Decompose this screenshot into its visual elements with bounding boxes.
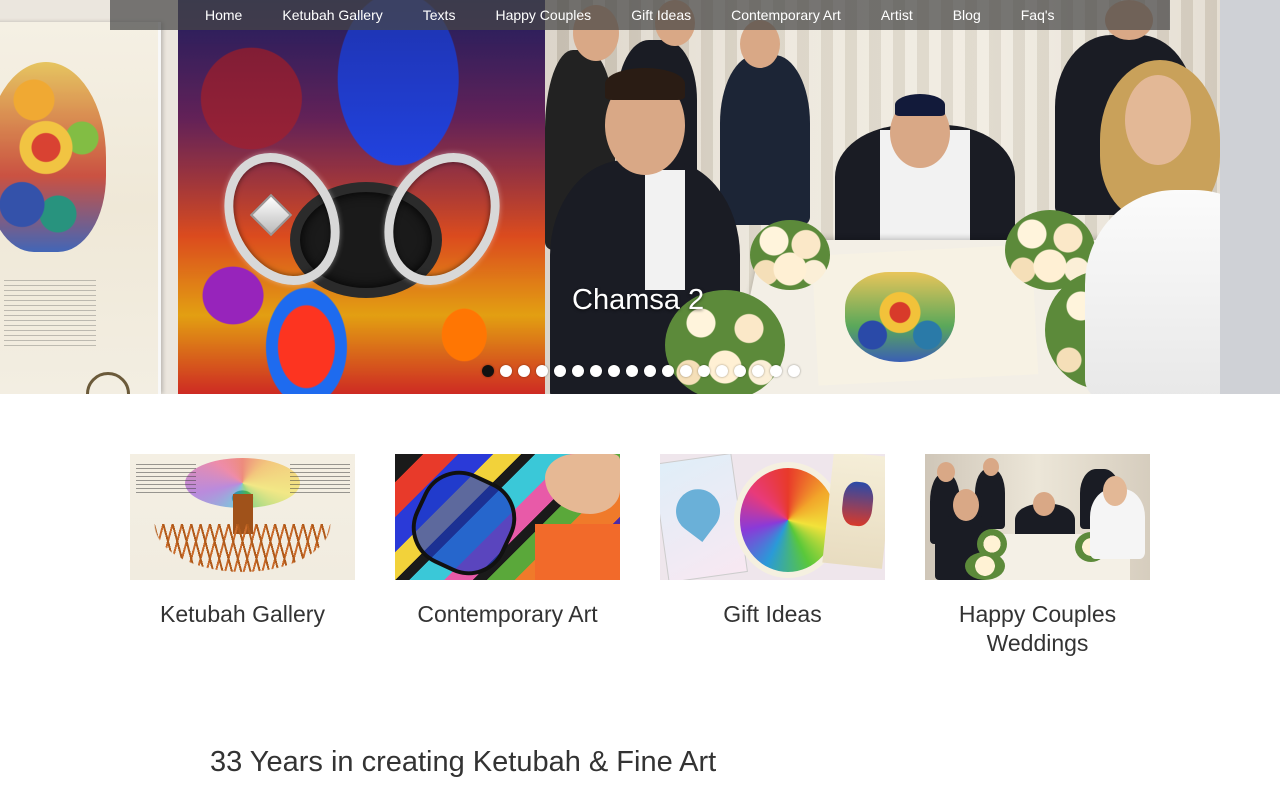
nav-contemporary-art[interactable]: Contemporary Art (711, 0, 861, 30)
nav-texts[interactable]: Texts (403, 0, 476, 30)
slider-dot[interactable] (680, 365, 692, 377)
nav-gift-ideas[interactable]: Gift Ideas (611, 0, 711, 30)
slider-dot[interactable] (644, 365, 656, 377)
happy-couples-thumbnail[interactable] (925, 454, 1150, 580)
slider-dot[interactable] (554, 365, 566, 377)
slider-dot[interactable] (482, 365, 494, 377)
category-label[interactable]: Contemporary Art (395, 600, 620, 629)
slider-dot[interactable] (662, 365, 674, 377)
slider-dot[interactable] (734, 365, 746, 377)
slider-dot[interactable] (788, 365, 800, 377)
slider-dot[interactable] (608, 365, 620, 377)
slider-dot[interactable] (770, 365, 782, 377)
category-contemporary-art[interactable]: Contemporary Art (395, 454, 620, 629)
slider-dot[interactable] (698, 365, 710, 377)
category-ketubah-gallery[interactable]: Ketubah Gallery (130, 454, 355, 629)
category-tiles: Ketubah Gallery Contemporary Art Gift Id… (130, 454, 1150, 674)
nav-ketubah-gallery[interactable]: Ketubah Gallery (262, 0, 402, 30)
slide-image-ketubah-wall (0, 0, 178, 394)
category-label[interactable]: Happy Couples Weddings (925, 600, 1150, 658)
slider-dot[interactable] (572, 365, 584, 377)
category-label[interactable]: Gift Ideas (660, 600, 885, 629)
nav-home[interactable]: Home (180, 0, 262, 30)
ketubah-tree-thumbnail[interactable] (130, 454, 355, 580)
nav-faqs[interactable]: Faq's (1001, 0, 1075, 30)
nav-artist[interactable]: Artist (861, 0, 933, 30)
hero-slider[interactable]: Chamsa 2 (0, 0, 1280, 394)
contemporary-art-thumbnail[interactable] (395, 454, 620, 580)
slider-dot[interactable] (500, 365, 512, 377)
slider-dot[interactable] (518, 365, 530, 377)
slide-image-ketubah-signing (545, 0, 1280, 394)
slider-dot[interactable] (752, 365, 764, 377)
nav-blog[interactable]: Blog (933, 0, 1001, 30)
slide-image-wedding-rings (178, 0, 545, 394)
slider-dot[interactable] (626, 365, 638, 377)
category-happy-couples[interactable]: Happy Couples Weddings (925, 454, 1150, 658)
page-tagline: 33 Years in creating Ketubah & Fine Art (210, 746, 717, 778)
slider-pagination[interactable] (482, 365, 800, 377)
nav-happy-couples[interactable]: Happy Couples (475, 0, 611, 30)
slider-dot[interactable] (716, 365, 728, 377)
category-gift-ideas[interactable]: Gift Ideas (660, 454, 885, 629)
main-nav: Home Ketubah Gallery Texts Happy Couples… (110, 0, 1170, 30)
slider-dot[interactable] (590, 365, 602, 377)
slider-dot[interactable] (536, 365, 548, 377)
gift-ideas-thumbnail[interactable] (660, 454, 885, 580)
category-label[interactable]: Ketubah Gallery (130, 600, 355, 629)
slide-caption: Chamsa 2 (572, 284, 705, 316)
